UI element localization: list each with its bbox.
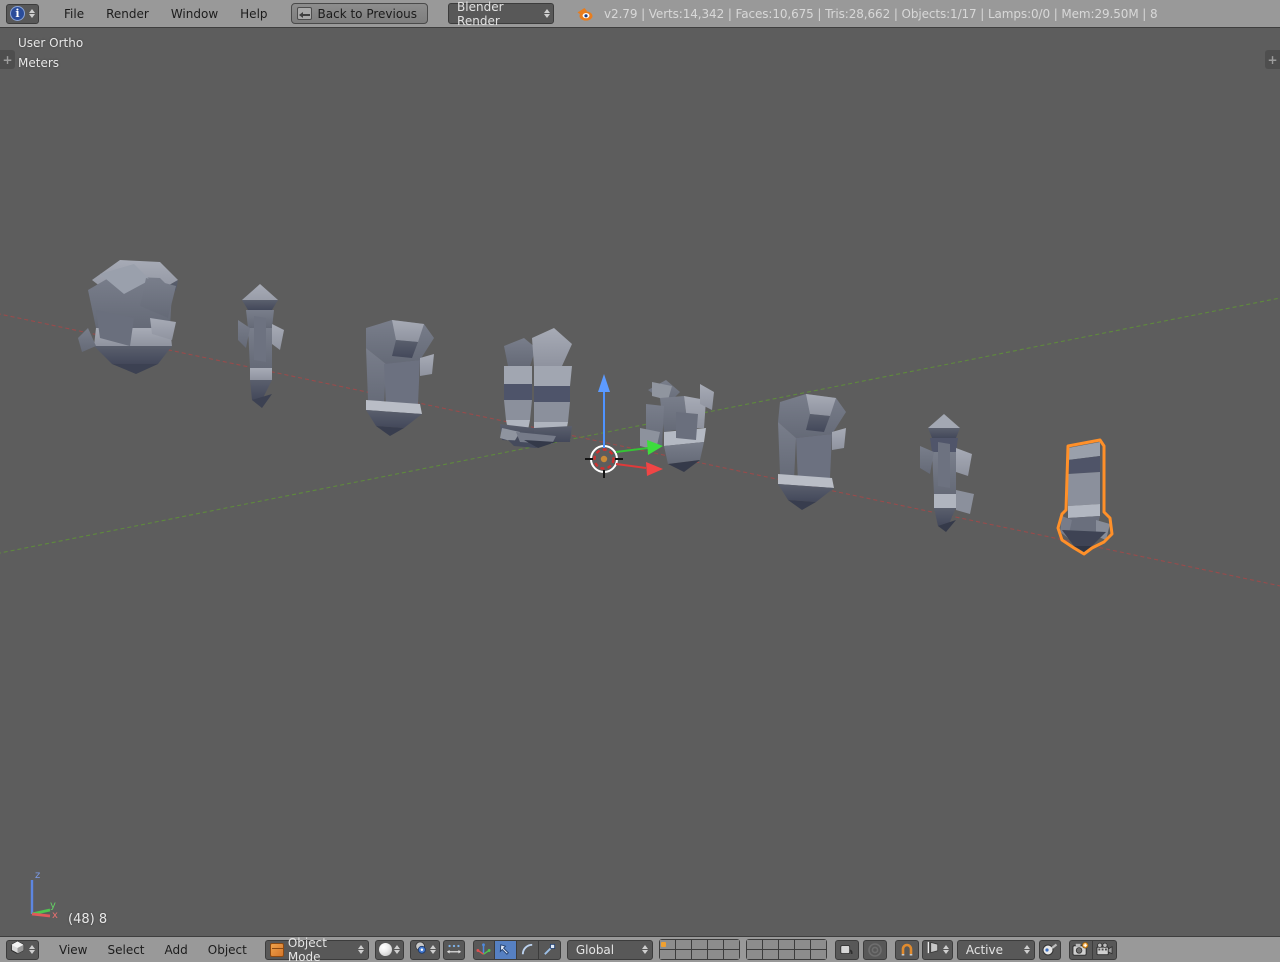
layer-cell[interactable] bbox=[778, 950, 794, 959]
layer-cell[interactable] bbox=[794, 950, 810, 959]
render-still-icon[interactable] bbox=[1068, 939, 1093, 960]
menu-window[interactable]: Window bbox=[160, 5, 229, 23]
layer-cell[interactable] bbox=[794, 940, 810, 949]
layer-cell[interactable] bbox=[675, 940, 691, 949]
texture-paint-icon[interactable] bbox=[1038, 939, 1061, 960]
chevron-updown-icon bbox=[543, 6, 551, 22]
menu-file[interactable]: File bbox=[53, 5, 95, 23]
scene-statistics: v2.79 | Verts:14,342 | Faces:10,675 | Tr… bbox=[604, 6, 1158, 21]
layer-cell[interactable] bbox=[691, 940, 707, 949]
layer-cell[interactable] bbox=[707, 940, 723, 949]
layer-cell[interactable] bbox=[762, 950, 778, 959]
layer-cell[interactable] bbox=[659, 950, 675, 959]
layer-cell[interactable] bbox=[707, 950, 723, 959]
layer-cell[interactable] bbox=[810, 950, 826, 959]
object-center-select[interactable] bbox=[409, 939, 440, 960]
3d-view-menubar: View Select Add Object bbox=[49, 941, 257, 959]
translate-manipulator-icon[interactable] bbox=[494, 939, 517, 960]
transform-orientation-select[interactable]: Global bbox=[566, 939, 653, 960]
menu-help[interactable]: Help bbox=[229, 5, 278, 23]
layer-group-a[interactable] bbox=[658, 939, 740, 960]
object-origin-icon bbox=[414, 940, 428, 959]
pivot-point-value: Active bbox=[965, 942, 1003, 957]
magnet-icon[interactable] bbox=[894, 939, 919, 960]
render-buttons-group bbox=[1068, 939, 1117, 960]
viewport-canvas bbox=[0, 260, 1280, 587]
expand-toolbar-icon[interactable] bbox=[442, 939, 465, 960]
layer-cell[interactable] bbox=[723, 950, 739, 959]
show-manipulator-icon[interactable] bbox=[472, 939, 495, 960]
menu-view[interactable]: View bbox=[49, 941, 97, 959]
back-to-previous-button[interactable]: Back to Previous bbox=[290, 3, 429, 24]
properties-panel-toggle-icon[interactable]: + bbox=[1265, 50, 1280, 69]
editor-type-selector-info[interactable]: i bbox=[6, 3, 39, 24]
chevron-updown-icon bbox=[942, 942, 951, 958]
interaction-mode-value: Object Mode bbox=[287, 935, 327, 962]
editor-type-selector-3dview[interactable] bbox=[6, 939, 39, 960]
pivot-point-select[interactable]: Active bbox=[956, 939, 1035, 960]
chevron-updown-icon bbox=[641, 942, 650, 958]
view-name-label: User Ortho bbox=[18, 36, 84, 50]
shading-ball-icon bbox=[378, 943, 392, 956]
back-to-previous-label: Back to Previous bbox=[317, 6, 418, 21]
menu-select[interactable]: Select bbox=[97, 941, 154, 959]
chevron-updown-icon bbox=[393, 942, 402, 958]
3d-view-header: View Select Add Object Object Mode Globa… bbox=[0, 936, 1280, 962]
snap-element-select[interactable] bbox=[921, 939, 953, 960]
chevron-updown-icon bbox=[1023, 942, 1032, 958]
render-engine-select[interactable]: Blender Render bbox=[448, 0, 555, 28]
chevron-updown-icon bbox=[27, 942, 36, 958]
toolshelf-toggle-icon[interactable]: + bbox=[0, 50, 15, 69]
info-icon: i bbox=[10, 6, 25, 21]
menu-object[interactable]: Object bbox=[198, 941, 257, 959]
axis-label-z: z bbox=[35, 870, 40, 881]
chevron-updown-icon bbox=[429, 942, 438, 958]
layer-cell[interactable] bbox=[691, 950, 707, 959]
layer-cell[interactable] bbox=[675, 950, 691, 959]
layer-cell[interactable] bbox=[778, 940, 794, 949]
layer-cell[interactable] bbox=[810, 940, 826, 949]
manipulator-toggle-group bbox=[472, 939, 561, 960]
lock-scene-icon[interactable] bbox=[834, 939, 859, 960]
transform-orientation-value: Global bbox=[575, 942, 615, 957]
3d-view-icon bbox=[10, 940, 25, 959]
mini-axis-gizmo: z y x bbox=[30, 870, 58, 921]
chevron-updown-icon bbox=[357, 942, 366, 958]
unit-system-label: Meters bbox=[18, 56, 60, 70]
layer-cell[interactable] bbox=[746, 950, 762, 959]
info-header: i File Render Window Help Back to Previo… bbox=[0, 0, 1280, 28]
layer-cell[interactable] bbox=[746, 940, 762, 949]
interaction-mode-select[interactable]: Object Mode bbox=[264, 936, 369, 962]
scene-layers bbox=[658, 939, 827, 960]
info-menubar: File Render Window Help bbox=[53, 5, 279, 23]
scale-manipulator-icon[interactable] bbox=[538, 939, 561, 960]
axis-label-x: x bbox=[52, 910, 58, 921]
render-animation-icon[interactable] bbox=[1092, 939, 1117, 960]
blender-window: i File Render Window Help Back to Previo… bbox=[0, 0, 1280, 962]
proportional-edit-icon[interactable] bbox=[862, 939, 887, 960]
layer-cell[interactable] bbox=[762, 940, 778, 949]
back-arrow-icon bbox=[296, 7, 312, 20]
layer-group-b[interactable] bbox=[745, 939, 827, 960]
layer-cell[interactable] bbox=[659, 940, 675, 949]
3d-viewport[interactable]: + + User Ortho Meters (48) 8 z y x bbox=[0, 28, 1280, 936]
blender-logo-icon bbox=[574, 5, 594, 23]
viewport-shading-select[interactable] bbox=[374, 939, 404, 960]
menu-add[interactable]: Add bbox=[155, 941, 198, 959]
object-mode-cube-icon bbox=[269, 942, 284, 957]
rotate-manipulator-icon[interactable] bbox=[516, 939, 539, 960]
chevron-updown-icon bbox=[27, 6, 36, 22]
render-engine-value: Blender Render bbox=[457, 0, 504, 28]
menu-render[interactable]: Render bbox=[95, 5, 160, 23]
snap-vertex-icon bbox=[926, 940, 941, 959]
layer-cell[interactable] bbox=[723, 940, 739, 949]
